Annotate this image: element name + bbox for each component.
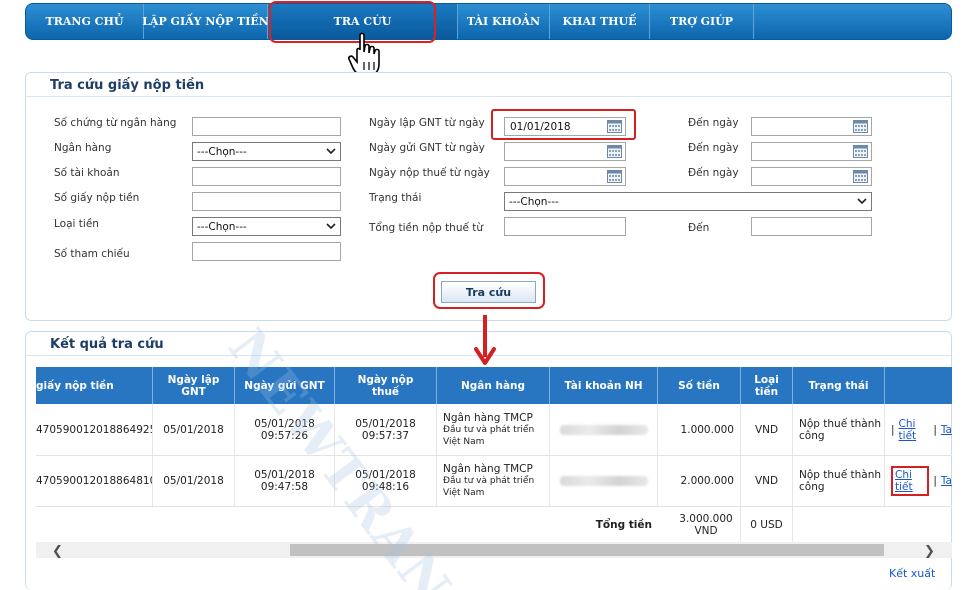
cell-payment-number: 4705900120188649251 (36, 404, 153, 455)
bank-name: Ngân hàng TMCP (443, 463, 533, 475)
main-nav: TRANG CHỦ LẬP GIẤY NỘP TIỀN TRA CỨU TÀI … (25, 3, 952, 40)
col-bank: Ngân hàng (437, 367, 550, 404)
sent-to-date-input[interactable] (751, 142, 872, 161)
label-created-from: Ngày lập GNT từ ngày (369, 117, 485, 129)
sent-from-date-input[interactable] (504, 142, 626, 161)
total-label: Tổng tiền (595, 518, 652, 531)
currency-select-value: ---Chọn--- (197, 220, 247, 233)
chevron-down-icon (326, 148, 336, 155)
bank-name: Ngân hàng TMCP (443, 411, 533, 424)
col-currency: Loại tiền (741, 367, 793, 404)
total-to-input[interactable] (751, 217, 872, 236)
cell-created-date: 05/01/2018 (153, 404, 235, 455)
label-payment-number: Số giấy nộp tiền (54, 192, 140, 204)
col-paid-date: Ngày nộp thuế (335, 367, 437, 404)
cell-actions: | Chi tiết | Ta (891, 417, 952, 442)
label-total-from: Tổng tiền nộp thuế từ (369, 222, 484, 234)
bank-doc-number-input[interactable] (192, 117, 341, 136)
redacted-account (559, 476, 648, 486)
search-button[interactable]: Tra cứu (441, 281, 536, 303)
label-created-to: Đến ngày (688, 117, 739, 129)
col-amount: Số tiền (658, 367, 741, 404)
horizontal-scrollbar[interactable]: ❮ ❯ (36, 542, 952, 559)
redacted-account (559, 424, 648, 435)
bank-select[interactable]: ---Chọn--- (192, 142, 341, 161)
cell-amount: 1.000.000 (658, 404, 741, 455)
cell-status: Nộp thuế thành công (793, 404, 885, 455)
col-payment-number: giấy nộp tiền (36, 367, 153, 404)
search-panel-title: Tra cứu giấy nộp tiền (50, 78, 205, 93)
highlight-created-from (491, 109, 636, 140)
nav-item-tax-declaration[interactable]: KHAI THUẾ (550, 4, 650, 39)
reference-number-input[interactable] (192, 242, 341, 261)
calendar-icon[interactable] (853, 120, 868, 133)
chevron-down-icon (857, 198, 867, 205)
detail-link[interactable]: Chi tiết (891, 466, 930, 496)
table-row: 4705900120188648105 05/01/2018 05/01/201… (36, 456, 952, 507)
cell-amount: 2.000.000 (658, 456, 741, 506)
label-bank-doc-number: Số chứng từ ngân hàng (54, 117, 177, 129)
account-number-input[interactable] (192, 167, 341, 186)
total-from-input[interactable] (504, 217, 626, 236)
total-vnd: 3.000.000 VND (658, 507, 741, 542)
label-sent-from: Ngày gửi GNT từ ngày (369, 142, 485, 154)
chevron-down-icon (326, 223, 336, 230)
table-row: 4705900120188649251 05/01/2018 05/01/201… (36, 404, 952, 456)
calendar-icon[interactable] (853, 170, 868, 183)
label-currency: Loại tiền (54, 218, 99, 230)
status-select-value: ---Chọn--- (509, 195, 559, 208)
cell-currency: VND (741, 456, 793, 506)
cell-bank-account (550, 456, 658, 506)
scroll-left-icon[interactable]: ❮ (52, 544, 63, 559)
cell-created-date: 05/01/2018 (153, 456, 235, 506)
currency-select[interactable]: ---Chọn--- (192, 217, 341, 236)
more-link[interactable]: Ta (941, 424, 952, 436)
bank-select-value: ---Chọn--- (197, 145, 247, 158)
label-reference-number: Số tham chiếu (54, 248, 130, 260)
label-sent-to: Đến ngày (688, 142, 739, 154)
bank-detail: Đầu tư và phát triển Việt Nam (443, 424, 535, 447)
cell-currency: VND (741, 404, 793, 455)
detail-link[interactable]: Chi tiết (899, 418, 930, 442)
col-status: Trạng thái (793, 367, 885, 404)
col-bank-account: Tài khoản NH (550, 367, 658, 404)
cell-bank: Ngân hàng TMCP Đầu tư và phát triển Việt … (437, 456, 550, 506)
status-select[interactable]: ---Chọn--- (504, 192, 872, 211)
results-table-header: giấy nộp tiền Ngày lập GNT Ngày gửi GNT … (36, 367, 952, 404)
cell-status: Nộp thuế thành công (793, 456, 885, 506)
arrow-down-icon (474, 315, 496, 365)
nav-item-account[interactable]: TÀI KHOẢN (458, 4, 550, 39)
cell-bank-account (550, 404, 658, 455)
label-total-to: Đến (688, 222, 710, 234)
col-created-date: Ngày lập GNT (153, 367, 235, 404)
scroll-right-icon[interactable]: ❯ (924, 544, 935, 559)
label-bank: Ngân hàng (54, 142, 112, 154)
results-panel-title: Kết quả tra cứu (50, 337, 164, 352)
cell-payment-number: 4705900120188648105 (36, 456, 153, 506)
totals-row: Tổng tiền 3.000.000 VND 0 USD (36, 507, 952, 542)
cell-bank: Ngân hàng TMCP Đầu tư và phát triển Việt … (437, 404, 550, 455)
more-link[interactable]: Ta (941, 475, 952, 487)
payment-number-input[interactable] (192, 192, 341, 211)
paid-from-date-input[interactable] (504, 167, 626, 186)
paid-to-date-input[interactable] (751, 167, 872, 186)
label-status: Trạng thái (369, 192, 422, 204)
created-to-date-input[interactable] (751, 117, 872, 136)
bank-detail: Đầu tư và phát triển Việt Nam (443, 476, 535, 498)
nav-item-help[interactable]: TRỢ GIÚP (650, 4, 754, 39)
label-paid-from: Ngày nộp thuế từ ngày (369, 167, 490, 179)
nav-item-home[interactable]: TRANG CHỦ (26, 4, 144, 39)
cell-actions: Chi tiết | Ta (885, 456, 952, 506)
col-actions (885, 367, 952, 404)
calendar-icon[interactable] (607, 145, 622, 158)
nav-item-create-payment[interactable]: LẬP GIẤY NỘP TIỀN (142, 4, 269, 39)
label-paid-to: Đến ngày (688, 167, 739, 179)
calendar-icon[interactable] (607, 170, 622, 183)
calendar-icon[interactable] (853, 145, 868, 158)
label-account-number: Số tài khoản (54, 167, 120, 179)
total-usd: 0 USD (741, 507, 793, 542)
export-link[interactable]: Kết xuất (889, 567, 935, 580)
